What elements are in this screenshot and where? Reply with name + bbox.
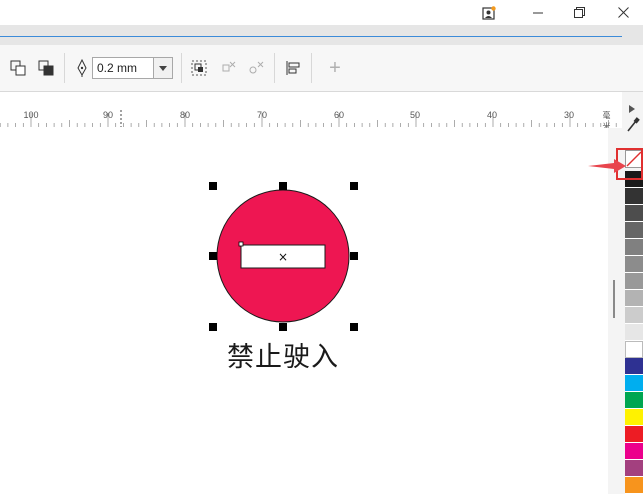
color-swatch[interactable] — [625, 460, 643, 477]
palette-scroll-right-icon[interactable] — [629, 100, 635, 118]
tab-strip — [0, 25, 643, 45]
color-swatch[interactable] — [625, 443, 643, 460]
selection-handle[interactable] — [279, 182, 287, 190]
color-swatch[interactable] — [625, 273, 643, 290]
color-swatch[interactable] — [625, 290, 643, 307]
color-swatch[interactable] — [625, 205, 643, 222]
selection-handle[interactable] — [209, 323, 217, 331]
group-icon[interactable] — [188, 57, 210, 79]
horizontal-ruler: 100 90 80 70 60 50 40 30 毫米 — [0, 92, 622, 131]
color-swatch[interactable] — [625, 358, 643, 375]
separator — [311, 53, 312, 83]
selection-handle[interactable] — [350, 323, 358, 331]
color-swatch[interactable] — [625, 307, 643, 324]
selection-handle[interactable] — [209, 252, 217, 260]
close-icon[interactable] — [600, 0, 643, 25]
add-button[interactable]: + — [324, 57, 346, 79]
selection-handle[interactable] — [209, 182, 217, 190]
ruler-tick-label: 100 — [23, 110, 39, 120]
color-swatch[interactable] — [625, 477, 643, 494]
outline-width-field[interactable]: 0.2 mm — [92, 57, 154, 79]
color-swatch[interactable] — [625, 426, 643, 443]
separator — [274, 53, 275, 83]
ruler-tick-label: 60 — [333, 110, 345, 120]
ruler-ticks — [0, 110, 617, 127]
align-distribute-icon[interactable] — [282, 57, 304, 79]
scrollbar-thumb[interactable] — [613, 280, 615, 318]
no-entry-sign[interactable]: × — [0, 128, 608, 494]
color-swatch[interactable] — [625, 392, 643, 409]
selection-handle[interactable] — [350, 182, 358, 190]
property-bar: 0.2 mm + — [0, 45, 643, 92]
user-account-icon[interactable] — [466, 0, 512, 25]
pen-nib-icon — [71, 57, 93, 79]
restore-icon[interactable] — [556, 0, 602, 25]
forward-one-icon[interactable] — [35, 57, 57, 79]
color-swatch[interactable] — [625, 256, 643, 273]
color-swatch[interactable] — [625, 222, 643, 239]
eyedropper-icon[interactable] — [626, 117, 640, 138]
color-swatch[interactable] — [625, 375, 643, 392]
back-one-icon[interactable] — [7, 57, 29, 79]
selection-handle[interactable] — [350, 252, 358, 260]
ruler-tick-label: 80 — [179, 110, 191, 120]
ruler-tick-label: 50 — [409, 110, 421, 120]
center-mark: × — [278, 250, 288, 264]
separator — [181, 53, 182, 83]
color-swatch[interactable] — [625, 409, 643, 426]
node-handle — [238, 241, 244, 247]
chevron-down-icon[interactable] — [154, 57, 173, 79]
ungroup-all-icon[interactable] — [245, 57, 267, 79]
color-swatch[interactable] — [625, 324, 643, 341]
ungroup-icon[interactable] — [217, 57, 239, 79]
ruler-tick-label: 30 — [563, 110, 575, 120]
ruler-tick-label: 70 — [256, 110, 268, 120]
color-swatch[interactable] — [625, 239, 643, 256]
color-swatch[interactable] — [625, 188, 643, 205]
ruler-tick-label: 40 — [486, 110, 498, 120]
ruler-tick-label: 90 — [102, 110, 114, 120]
pointer-arrow-icon — [588, 159, 626, 173]
minimize-icon[interactable] — [515, 0, 561, 25]
selection-handle[interactable] — [279, 323, 287, 331]
color-swatch[interactable] — [625, 341, 643, 358]
separator — [64, 53, 65, 83]
vertical-scrollbar[interactable] — [608, 128, 622, 494]
title-bar — [0, 0, 643, 25]
sign-caption[interactable]: 禁止驶入 — [203, 335, 363, 374]
ruler-baseline — [0, 36, 622, 37]
